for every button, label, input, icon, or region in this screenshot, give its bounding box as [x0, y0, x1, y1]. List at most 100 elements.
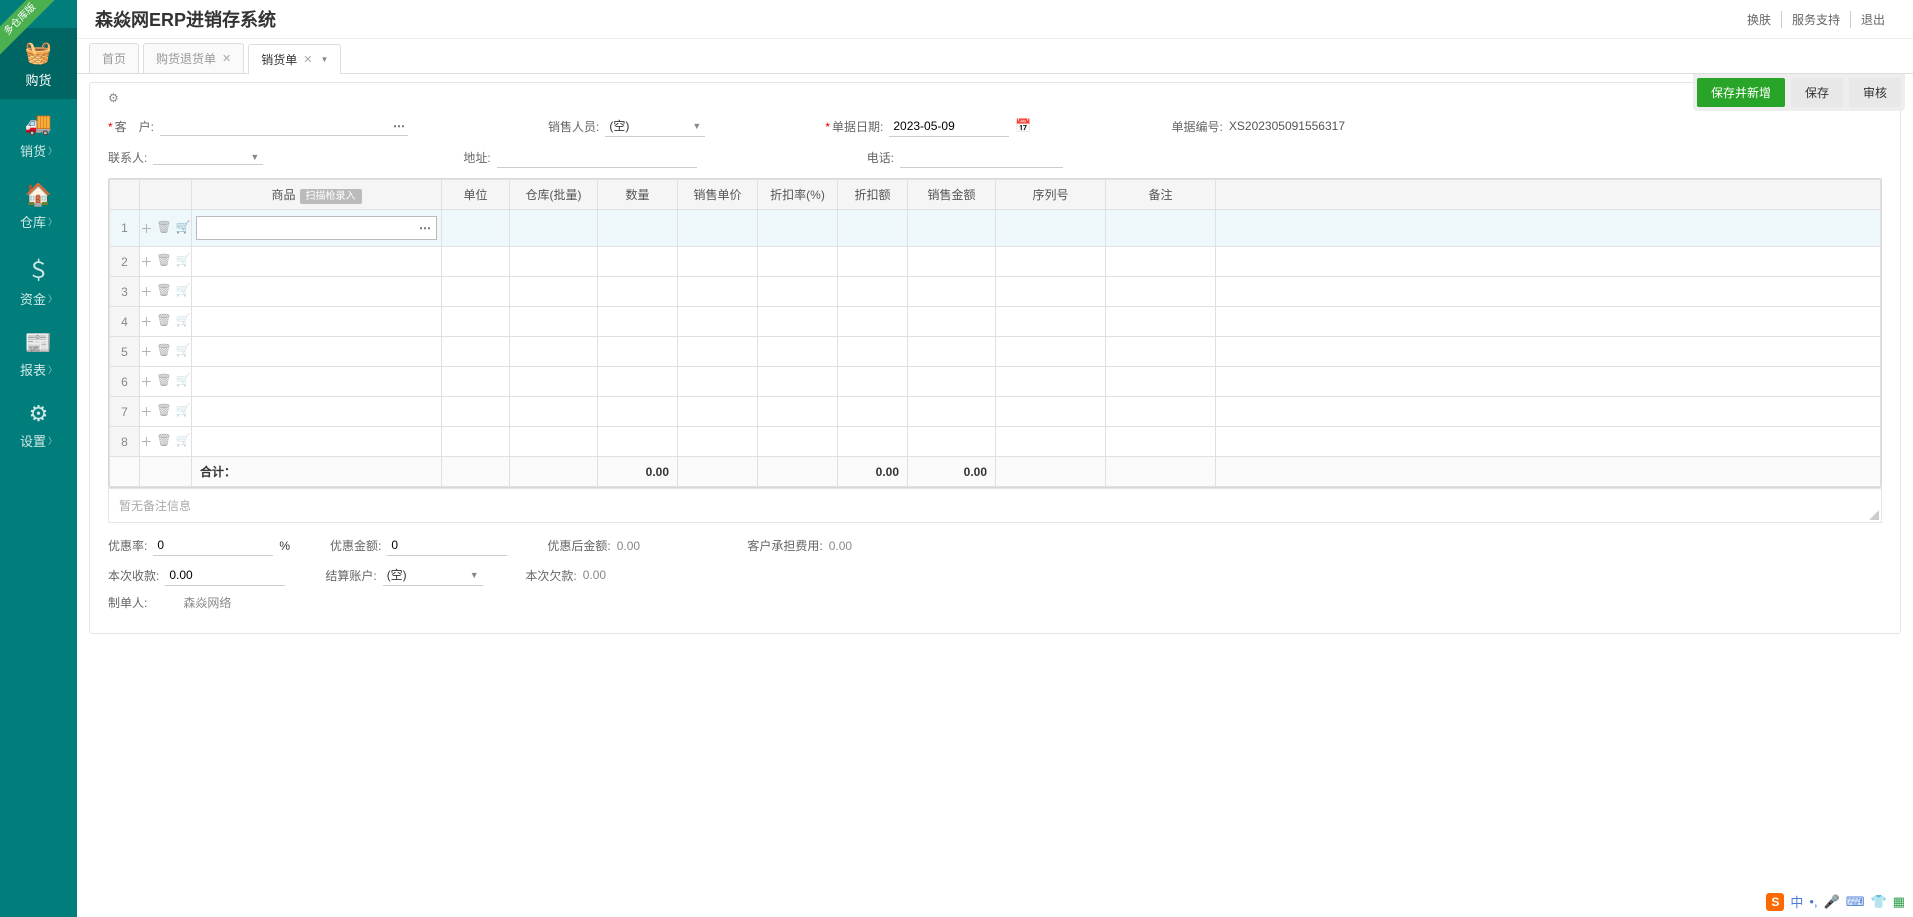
- add-row-icon[interactable]: ＋: [140, 283, 152, 300]
- grid-row[interactable]: 5 ＋ 🗑 🛒: [110, 337, 1881, 367]
- ime-toolbox-icon[interactable]: ▦: [1893, 894, 1905, 910]
- col-unit: 单位: [442, 180, 510, 210]
- tab-1[interactable]: 购货退货单✕: [143, 43, 244, 73]
- sidebar-item-4[interactable]: 📰 报表〉: [0, 318, 77, 389]
- sidebar-label: 购货: [25, 70, 51, 89]
- customer-label: 客 户:: [108, 118, 154, 135]
- action-bar: 保存并新增 保存 审核: [1693, 74, 1905, 111]
- delete-row-icon[interactable]: 🗑: [156, 433, 171, 450]
- ime-skin-icon[interactable]: 👕: [1871, 894, 1887, 910]
- header: 森焱网ERP进销存系统 换肤服务支持退出: [77, 0, 1913, 39]
- grid-row[interactable]: 3 ＋ 🗑 🛒: [110, 277, 1881, 307]
- delete-row-icon[interactable]: 🗑: [156, 313, 171, 330]
- phone-input[interactable]: [900, 147, 1063, 168]
- settle-account-picker[interactable]: (空) ▼: [383, 564, 483, 586]
- calendar-icon[interactable]: 📅: [1015, 118, 1031, 134]
- discount-rate-label: 优惠率:: [108, 537, 147, 554]
- cart-icon[interactable]: 🛒: [176, 403, 191, 420]
- discount-rate-input[interactable]: [153, 535, 273, 556]
- add-row-icon[interactable]: ＋: [140, 403, 152, 420]
- grid-row[interactable]: 6 ＋ 🗑 🛒: [110, 367, 1881, 397]
- col-discount-rate: 折扣率(%): [758, 180, 838, 210]
- header-link-2[interactable]: 退出: [1851, 11, 1895, 28]
- row-number: 8: [110, 427, 140, 457]
- tab-0[interactable]: 首页: [89, 43, 139, 73]
- contact-picker[interactable]: ▼: [153, 150, 263, 165]
- add-row-icon[interactable]: ＋: [140, 373, 152, 390]
- cart-icon[interactable]: 🛒: [176, 283, 191, 300]
- grid-row[interactable]: 2 ＋ 🗑 🛒: [110, 247, 1881, 277]
- delete-row-icon[interactable]: 🗑: [156, 343, 171, 360]
- chevron-right-icon: 〉: [48, 215, 57, 228]
- save-button[interactable]: 保存: [1791, 78, 1843, 107]
- sidebar-icon: 🏠: [25, 182, 52, 208]
- header-link-1[interactable]: 服务支持: [1782, 11, 1851, 28]
- billdate-label: 单据日期:: [825, 118, 883, 135]
- header-link-0[interactable]: 换肤: [1737, 11, 1782, 28]
- creator-value: 森焱网络: [183, 594, 231, 611]
- col-remark: 备注: [1106, 180, 1216, 210]
- delete-row-icon[interactable]: 🗑: [156, 253, 171, 270]
- add-row-icon[interactable]: ＋: [140, 313, 152, 330]
- chevron-down-icon[interactable]: ▼: [320, 55, 328, 64]
- cart-icon[interactable]: 🛒: [176, 433, 191, 450]
- ime-logo-icon[interactable]: S: [1766, 893, 1784, 911]
- salesperson-picker[interactable]: (空) ▼: [605, 115, 705, 137]
- grid-row[interactable]: 1 ＋ 🗑 🛒 ⋯: [110, 210, 1881, 247]
- ime-mic-icon[interactable]: 🎤: [1824, 894, 1840, 910]
- product-cell-input[interactable]: ⋯: [196, 216, 437, 240]
- grid-row[interactable]: 4 ＋ 🗑 🛒: [110, 307, 1881, 337]
- cart-icon[interactable]: 🛒: [176, 253, 191, 270]
- resize-handle-icon[interactable]: [1869, 510, 1879, 520]
- this-receive-label: 本次收款:: [108, 567, 159, 584]
- add-row-icon[interactable]: ＋: [140, 343, 152, 360]
- cart-icon[interactable]: 🛒: [176, 220, 191, 237]
- cart-icon[interactable]: 🛒: [176, 343, 191, 360]
- sidebar-label: 资金: [20, 289, 46, 308]
- sidebar-item-2[interactable]: 🏠 仓库〉: [0, 170, 77, 241]
- ime-bar: S 中 •, 🎤 ⌨ 👕 ▦: [1758, 890, 1913, 913]
- grid-row[interactable]: 7 ＋ 🗑 🛒: [110, 397, 1881, 427]
- delete-row-icon[interactable]: 🗑: [156, 220, 171, 237]
- address-label: 地址:: [463, 149, 490, 166]
- chevron-down-icon: ▼: [250, 152, 259, 162]
- items-grid: 商品扫描枪录入 单位 仓库(批量) 数量 销售单价 折扣率(%) 折扣额 销售金…: [108, 178, 1882, 488]
- this-owe-label: 本次欠款:: [525, 567, 576, 584]
- close-icon[interactable]: ✕: [303, 53, 312, 66]
- grid-row[interactable]: 8 ＋ 🗑 🛒: [110, 427, 1881, 457]
- cart-icon[interactable]: 🛒: [176, 373, 191, 390]
- add-row-icon[interactable]: ＋: [140, 220, 152, 237]
- cart-icon[interactable]: 🛒: [176, 313, 191, 330]
- sidebar-item-3[interactable]: ＄ 资金〉: [0, 241, 77, 318]
- ime-punct-icon[interactable]: •,: [1809, 894, 1817, 909]
- delete-row-icon[interactable]: 🗑: [156, 403, 171, 420]
- tab-2[interactable]: 销货单 ✕ ▼: [248, 44, 341, 74]
- ime-keyboard-icon[interactable]: ⌨: [1846, 894, 1865, 910]
- chevron-down-icon: ▼: [692, 121, 701, 131]
- billdate-input[interactable]: [889, 116, 1009, 137]
- ellipsis-icon[interactable]: ⋯: [393, 119, 404, 133]
- sidebar-item-5[interactable]: ⚙ 设置〉: [0, 389, 77, 460]
- grid-header-row: 商品扫描枪录入 单位 仓库(批量) 数量 销售单价 折扣率(%) 折扣额 销售金…: [110, 180, 1881, 210]
- address-input[interactable]: [497, 147, 697, 168]
- sidebar: 🧺 购货🚚 销货〉🏠 仓库〉＄ 资金〉📰 报表〉⚙ 设置〉: [0, 0, 77, 917]
- tab-label: 销货单: [261, 51, 297, 68]
- ime-lang-icon[interactable]: 中: [1790, 892, 1803, 911]
- add-row-icon[interactable]: ＋: [140, 433, 152, 450]
- discount-amt-input[interactable]: [387, 535, 507, 556]
- row-number: 6: [110, 367, 140, 397]
- save-and-new-button[interactable]: 保存并新增: [1697, 78, 1785, 107]
- panel-settings-icon[interactable]: ⚙: [108, 91, 119, 105]
- ellipsis-icon[interactable]: ⋯: [419, 221, 430, 235]
- audit-button[interactable]: 审核: [1849, 78, 1901, 107]
- col-price: 销售单价: [678, 180, 758, 210]
- this-receive-input[interactable]: [165, 565, 285, 586]
- scan-badge[interactable]: 扫描枪录入: [300, 189, 362, 204]
- add-row-icon[interactable]: ＋: [140, 253, 152, 270]
- notes-textarea[interactable]: 暂无备注信息: [108, 488, 1882, 523]
- customer-picker[interactable]: ⋯: [160, 117, 408, 136]
- delete-row-icon[interactable]: 🗑: [156, 373, 171, 390]
- delete-row-icon[interactable]: 🗑: [156, 283, 171, 300]
- close-icon[interactable]: ✕: [222, 52, 231, 65]
- sidebar-item-1[interactable]: 🚚 销货〉: [0, 99, 77, 170]
